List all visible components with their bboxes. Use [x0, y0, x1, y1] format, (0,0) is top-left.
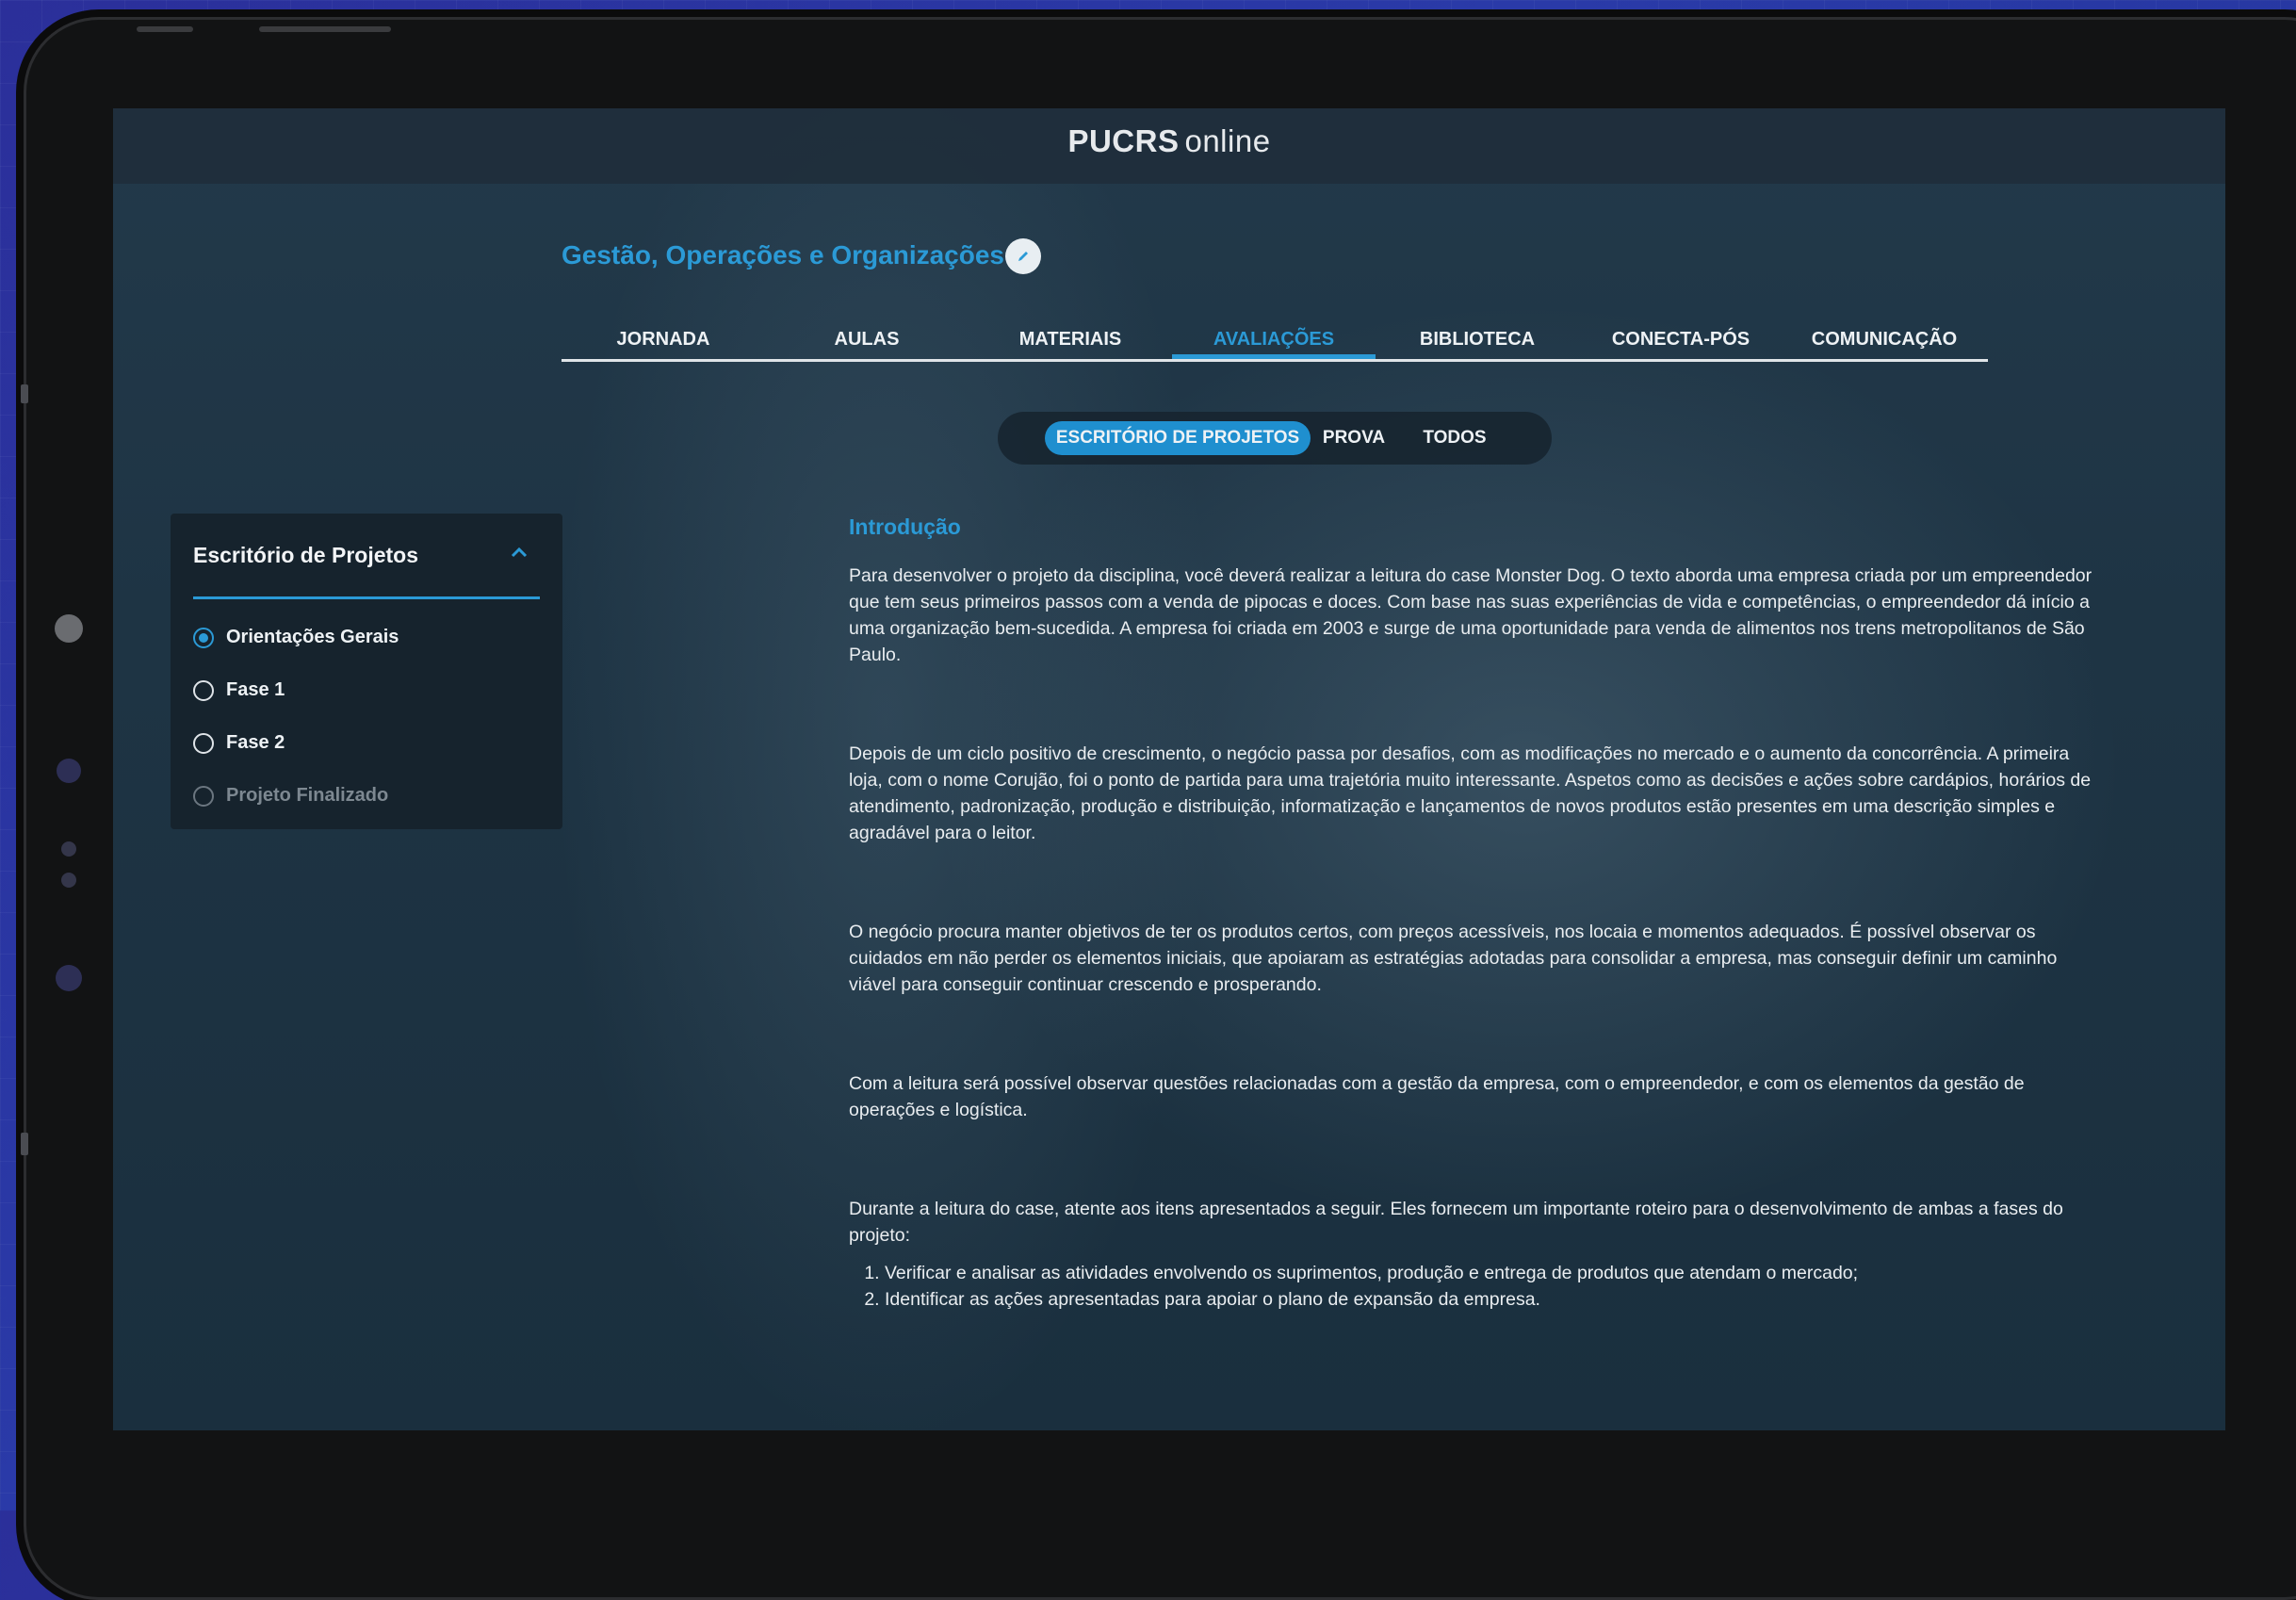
- radio-button[interactable]: [193, 628, 214, 648]
- tab-avaliacoes[interactable]: AVALIAÇÕES: [1172, 329, 1376, 351]
- filter-bar: ESCRITÓRIO DE PROJETOS PROVA TODOS: [998, 412, 1552, 465]
- ordered-list: Verificar e analisar as atividades envol…: [849, 1260, 2102, 1313]
- pucrs-logo[interactable]: PUCRS online: [113, 123, 2225, 159]
- tab-comunicacao[interactable]: COMUNICAÇÃO: [1783, 329, 1986, 351]
- camera-icon: [55, 614, 83, 643]
- radio-button: [193, 786, 214, 807]
- chevron-up-icon[interactable]: [508, 542, 530, 564]
- filter-prova[interactable]: PROVA: [1316, 421, 1392, 455]
- sidebar-item-label: Orientações Gerais: [226, 627, 399, 647]
- paragraph: Durante a leitura do case, atente aos it…: [849, 1199, 2063, 1246]
- top-bar: PUCRS online: [113, 108, 2225, 184]
- sidebar-item-label: Fase 2: [226, 732, 285, 753]
- logo-light-text: online: [1184, 123, 1271, 158]
- list-item: Identificar as ações apresentadas para a…: [885, 1286, 2102, 1313]
- active-tab-indicator: [1172, 354, 1376, 359]
- radio-button[interactable]: [193, 680, 214, 701]
- tablet-top-button: [137, 26, 193, 32]
- paragraph: O negócio procura manter objetivos de te…: [849, 922, 2058, 995]
- filter-todos[interactable]: TODOS: [1412, 421, 1497, 455]
- tablet-side-button: [21, 384, 28, 403]
- tab-jornada[interactable]: JORNADA: [562, 329, 765, 351]
- tablet-side-button: [21, 1133, 28, 1155]
- sidebar-panel: Escritório de Projetos Orientações Gerai…: [171, 514, 562, 829]
- app-screen: PUCRS online Gestão, Operações e Organiza…: [113, 108, 2225, 1430]
- sidebar-item-label: Projeto Finalizado: [226, 785, 389, 806]
- list-item: Verificar e analisar as atividades envol…: [885, 1260, 2102, 1286]
- logo-bold-text: PUCRS: [1067, 123, 1180, 158]
- sidebar-item-label: Fase 1: [226, 679, 285, 700]
- sensor-icon: [61, 873, 76, 888]
- tab-aulas[interactable]: AULAS: [765, 329, 969, 351]
- filter-escritorio-de-projetos[interactable]: ESCRITÓRIO DE PROJETOS: [1045, 421, 1311, 455]
- tab-biblioteca[interactable]: BIBLIOTECA: [1376, 329, 1579, 351]
- sidebar-title[interactable]: Escritório de Projetos: [193, 543, 418, 568]
- pencil-icon[interactable]: [1005, 238, 1041, 274]
- tab-materiais[interactable]: MATERIAIS: [969, 329, 1172, 351]
- section-title: Introdução: [849, 514, 961, 539]
- sensor-icon: [56, 965, 82, 991]
- radio-button[interactable]: [193, 733, 214, 754]
- sensor-icon: [57, 759, 81, 783]
- paragraph: Depois de um ciclo positivo de crescimen…: [849, 743, 2092, 843]
- course-title: Gestão, Operações e Organizações: [562, 240, 1004, 269]
- paragraph: Para desenvolver o projeto da disciplina…: [849, 565, 2092, 665]
- tablet-top-button: [259, 26, 391, 32]
- tab-conecta-pos[interactable]: CONECTA-PÓS: [1579, 329, 1783, 351]
- paragraph: Com a leitura será possível observar que…: [849, 1073, 2025, 1120]
- content-area: Introdução Para desenvolver o projeto da…: [849, 514, 2102, 1313]
- main-tabs: JORNADA AULAS MATERIAIS AVALIAÇÕES BIBLI…: [562, 325, 1988, 362]
- sensor-icon: [61, 841, 76, 857]
- sidebar-divider: [193, 596, 540, 599]
